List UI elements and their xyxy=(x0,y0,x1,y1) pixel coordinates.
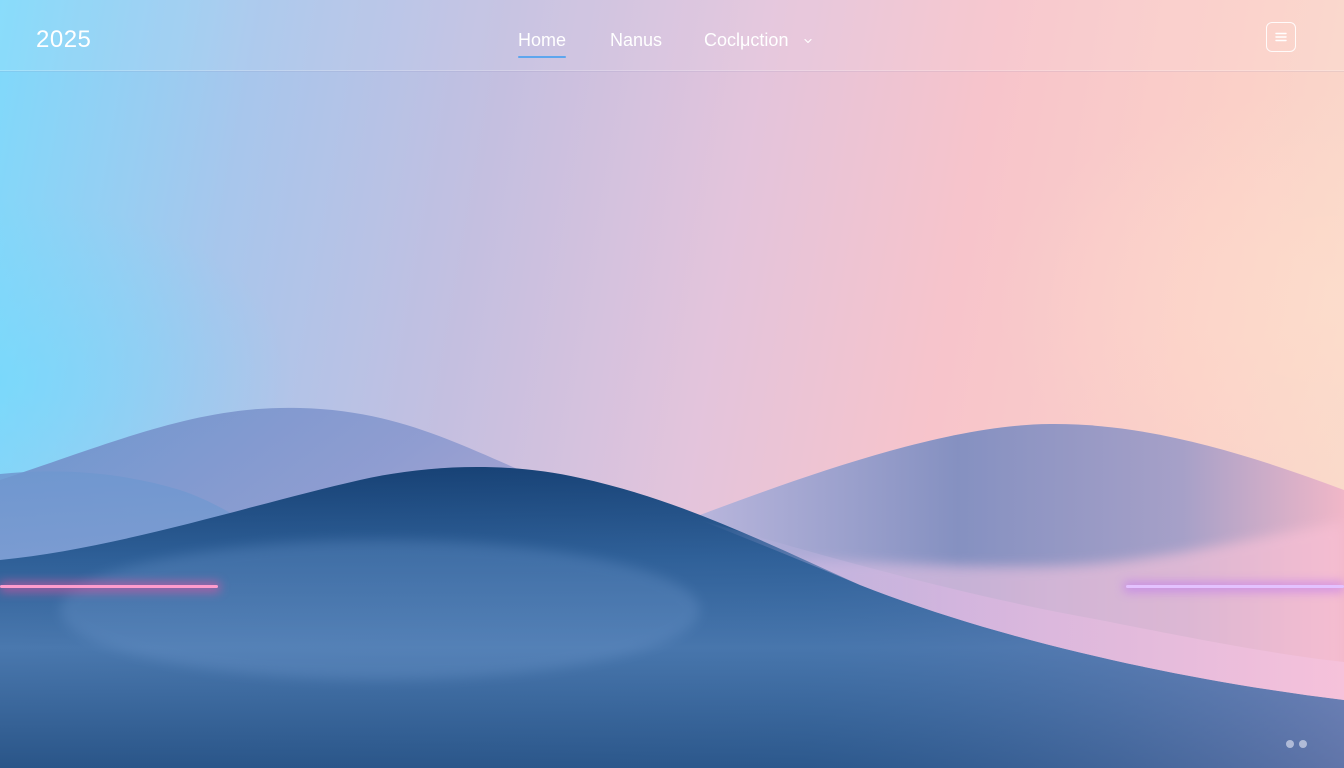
nav-item-home[interactable]: Home xyxy=(518,30,567,58)
pagination-dot-1[interactable] xyxy=(1286,740,1294,748)
pagination-dots xyxy=(1286,740,1307,748)
nav-item-collection-dropdown[interactable]: Coclμction xyxy=(704,30,813,51)
hills-landscape xyxy=(0,407,1344,768)
nav-item-nanus[interactable]: Nanus xyxy=(610,30,662,51)
page: 2025 Home Nanus Coclμction xyxy=(0,0,1344,768)
main-nav: Home Nanus Coclμction xyxy=(518,30,813,58)
chevron-down-icon xyxy=(804,39,813,44)
neon-line-right xyxy=(1124,582,1344,592)
menu-button[interactable] xyxy=(1266,22,1296,52)
pagination-dot-2[interactable] xyxy=(1299,740,1307,748)
neon-line-left xyxy=(0,582,220,592)
top-navigation-bar: 2025 Home Nanus Coclμction xyxy=(0,0,1344,71)
hamburger-menu-icon xyxy=(1275,32,1287,42)
brand-logo-text[interactable]: 2025 xyxy=(36,26,91,54)
nav-item-collection-label: Coclμction xyxy=(704,30,789,50)
